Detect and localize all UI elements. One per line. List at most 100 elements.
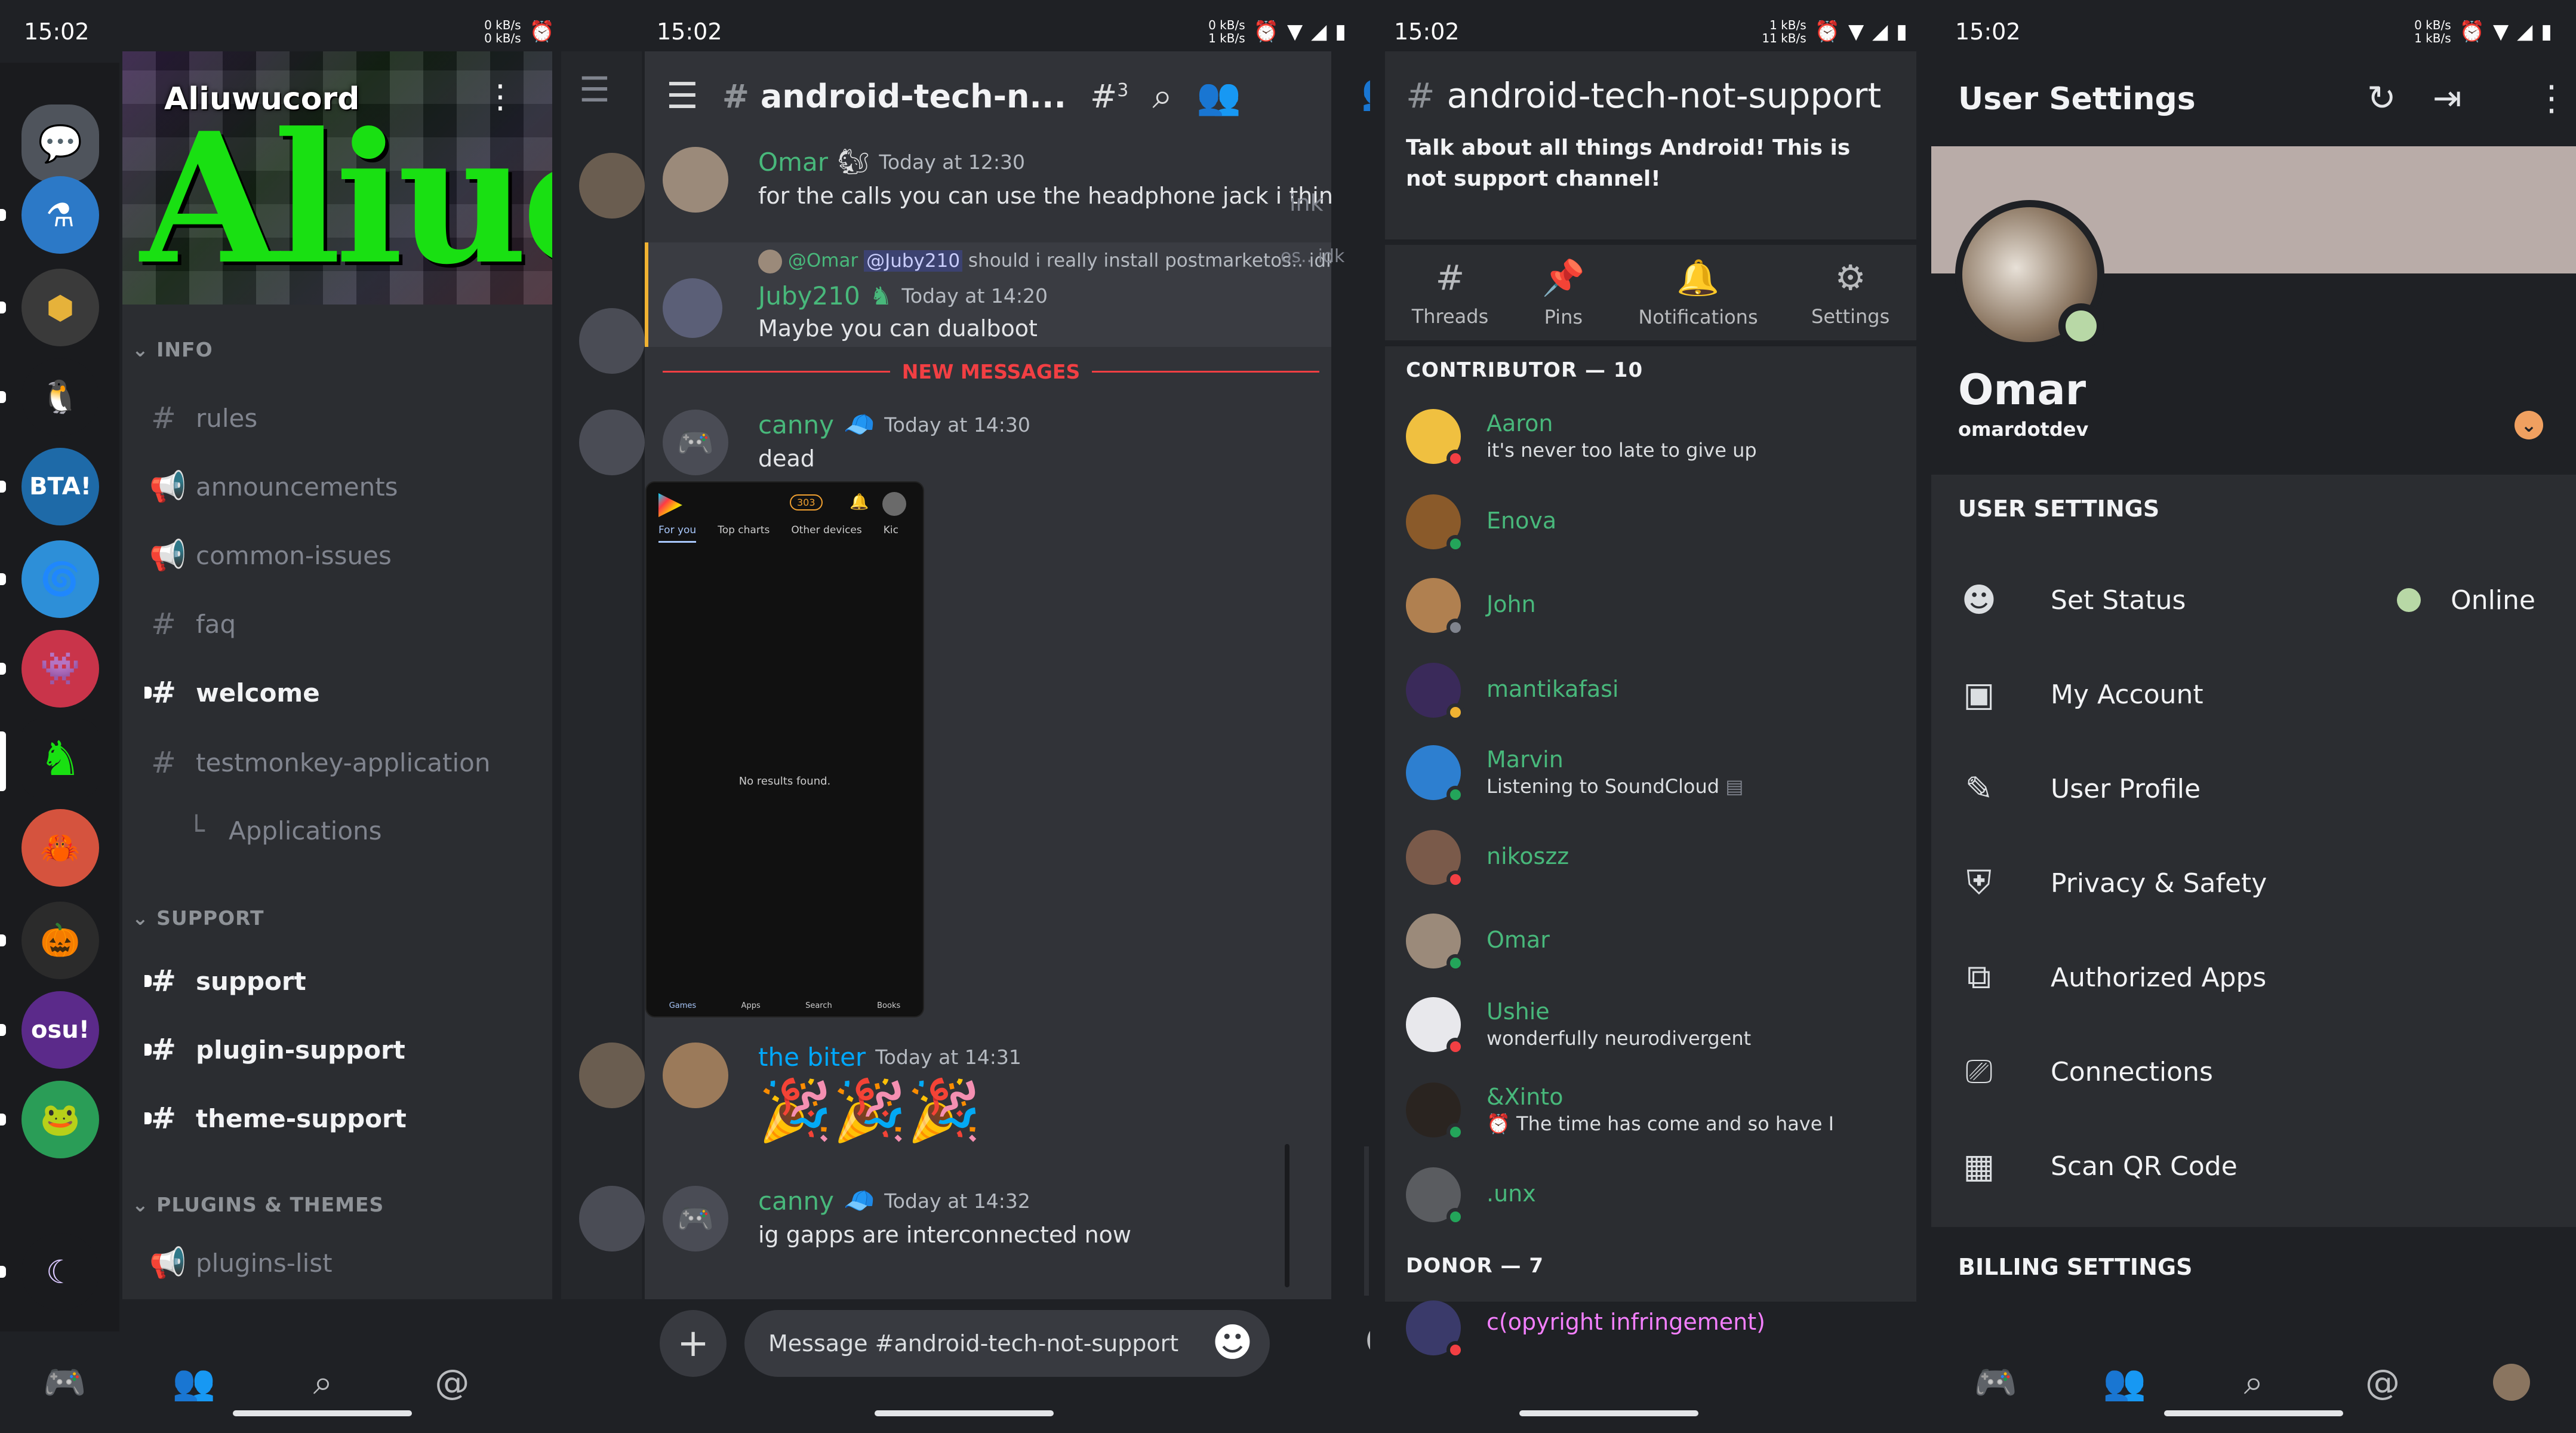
battery-icon: ▮: [2541, 19, 2552, 44]
member-row[interactable]: c(opyright infringement): [1406, 1300, 1907, 1373]
mention-icon[interactable]: @: [425, 1355, 479, 1409]
guild-chemistry[interactable]: ⚗: [21, 176, 99, 254]
user-settings-panel: 15:02 0 kB/s 1 kB/s ⏰ ▼ ◢ ▮ User Settings…: [1931, 0, 2576, 1433]
guild-swirl[interactable]: 🌀: [21, 540, 99, 618]
guild-crab[interactable]: 🦀: [21, 809, 99, 887]
guild-anime[interactable]: 👾: [21, 630, 99, 708]
channel-welcome[interactable]: # welcome: [144, 675, 320, 710]
reply-preview[interactable]: @Omar @Juby210 should i really install p…: [758, 250, 1331, 273]
channel-plugins-list[interactable]: 📢 plugins-list: [149, 1246, 333, 1281]
page-title: User Settings: [1958, 81, 2196, 117]
mention-icon[interactable]: @: [2356, 1355, 2409, 1409]
role-header: DONOR — 7: [1406, 1254, 1544, 1278]
guild-moon[interactable]: ☾: [21, 1233, 99, 1311]
settings-row-my-account[interactable]: ▣ My Account: [1931, 650, 2576, 739]
channel-plugin-support[interactable]: # plugin-support: [144, 1032, 405, 1067]
guild-cube[interactable]: ⬢: [21, 269, 99, 346]
member-row[interactable]: mantikafasi: [1406, 663, 1907, 728]
pins-button[interactable]: 📌 Pins: [1542, 257, 1585, 328]
settings-row-connections[interactable]: ⎚ Connections: [1931, 1027, 2576, 1117]
member-row[interactable]: Enova: [1406, 494, 1907, 560]
channel-faq[interactable]: # faq: [149, 607, 236, 641]
battery-icon: ▮: [1335, 19, 1346, 44]
avatar[interactable]: [2485, 1355, 2538, 1409]
member-row[interactable]: Ushie wonderfully neurodivergent: [1406, 997, 1907, 1063]
guild-aliucord[interactable]: ♞: [21, 719, 99, 797]
member-row[interactable]: John: [1406, 578, 1907, 644]
discord-icon[interactable]: 🎮: [38, 1355, 91, 1409]
message[interactable]: 🎮 canny 🧢 Today at 14:32 ig gapps are in…: [663, 1186, 1319, 1269]
threads-icon[interactable]: #3: [1090, 78, 1128, 115]
more-icon[interactable]: ⋮: [484, 78, 516, 115]
category-support[interactable]: ⌄ SUPPORT: [132, 906, 264, 930]
image-attachment[interactable]: 303 🔔 For you Top charts Other devices K…: [645, 481, 924, 1017]
channel-common-issues[interactable]: 📢 common-issues: [149, 538, 392, 573]
member-row[interactable]: nikoszz: [1406, 830, 1907, 896]
member-row[interactable]: .unx: [1406, 1167, 1907, 1233]
member-row[interactable]: Omar: [1406, 914, 1907, 979]
friends-icon[interactable]: 👥: [2098, 1355, 2152, 1409]
chevron-down-icon[interactable]: ⌄: [2515, 411, 2543, 439]
message[interactable]: Omar 🐿 Today at 12:30 for the calls you …: [663, 147, 1331, 219]
scrollbar[interactable]: [1285, 1144, 1289, 1287]
gesture-bar: [875, 1410, 1054, 1416]
search-icon[interactable]: ⌕: [1152, 75, 1172, 117]
avatar: [663, 278, 722, 338]
channel-support[interactable]: # support: [144, 964, 306, 998]
plus-icon[interactable]: +: [660, 1310, 727, 1377]
thread-applications[interactable]: └ Applications: [182, 814, 381, 847]
search-icon[interactable]: ⌕: [296, 1355, 350, 1409]
notifications-button[interactable]: 🔔 Notifications: [1638, 257, 1758, 328]
member-row[interactable]: Aaron it's never too late to give up: [1406, 409, 1907, 475]
logout-icon[interactable]: ⇥: [2433, 78, 2462, 118]
channel-testmonkey-application[interactable]: # testmonkey-application: [149, 745, 490, 780]
server-name[interactable]: Aliuwucord: [164, 81, 359, 117]
settings-button[interactable]: ⚙ Settings: [1811, 257, 1889, 328]
online-dot: [2397, 588, 2421, 612]
members-icon[interactable]: 👥: [1196, 75, 1241, 118]
search-icon[interactable]: ⌕: [2227, 1355, 2280, 1409]
message-input[interactable]: [744, 1310, 1270, 1377]
guild-bta[interactable]: BTA!: [21, 448, 99, 525]
refresh-icon[interactable]: ↻: [2367, 78, 2396, 118]
settings-row-privacy-safety[interactable]: ⛨ Privacy & Safety: [1931, 838, 2576, 928]
direct-messages-button[interactable]: 💬: [21, 104, 99, 182]
emoji-icon[interactable]: ☻: [1212, 1320, 1253, 1366]
member-row[interactable]: Marvin Listening to SoundCloud ▤: [1406, 745, 1907, 811]
settings-row-authorized-apps[interactable]: ⧉ Authorized Apps: [1931, 933, 2576, 1022]
status-dot: [1447, 703, 1464, 721]
guild-linux[interactable]: 🐧: [21, 358, 99, 436]
gesture-bar: [1519, 1410, 1698, 1416]
alarm-icon: ⏰: [1253, 19, 1279, 44]
gesture-bar: [2164, 1410, 2343, 1416]
avatar: [579, 410, 645, 475]
signal-icon: ◢: [2517, 19, 2533, 44]
settings-row-user-profile[interactable]: ✎ User Profile: [1931, 744, 2576, 834]
category-plugins-themes[interactable]: ⌄ PLUGINS & THEMES: [132, 1193, 384, 1216]
avatar: 🎮: [663, 1186, 728, 1251]
discord-icon[interactable]: 🎮: [1969, 1355, 2023, 1409]
threads-button[interactable]: # Threads: [1412, 257, 1489, 328]
member-row[interactable]: &Xinto ⏰ The time has come and so have I: [1406, 1083, 1907, 1148]
category-info[interactable]: ⌄ INFO: [132, 338, 213, 361]
guild-pumpkin[interactable]: 🎃: [21, 902, 99, 979]
more-icon[interactable]: ⋮: [2534, 78, 2569, 118]
channel-announcements[interactable]: 📢 announcements: [149, 469, 398, 505]
chat-header: ☰ # android-tech-n... #3 ⌕ 👥: [645, 51, 1331, 141]
settings-row-set-status[interactable]: ☻ Set Status Online: [1931, 555, 2576, 645]
bell-icon: 🔔: [850, 493, 869, 511]
friends-icon[interactable]: 👥: [167, 1355, 221, 1409]
channel-actions: # Threads 📌 Pins 🔔 Notifications ⚙ Settings: [1385, 245, 1916, 340]
message[interactable]: @Omar @Juby210 should i really install p…: [663, 242, 1331, 347]
guild-osu[interactable]: osu!: [21, 991, 99, 1069]
settings-header: User Settings: [1931, 51, 2576, 147]
frog-icon: 🐸: [40, 1100, 81, 1138]
hamburger-icon[interactable]: ☰: [666, 75, 698, 117]
moon-icon: ☾: [45, 1253, 75, 1291]
cube-icon: ⬢: [46, 288, 75, 327]
guild-frog[interactable]: 🐸: [21, 1081, 99, 1158]
message[interactable]: the biter Today at 14:31 🎉🎉🎉: [663, 1043, 1319, 1162]
channel-theme-support[interactable]: # theme-support: [144, 1101, 407, 1136]
settings-row-scan-qr[interactable]: ▦ Scan QR Code: [1931, 1121, 2576, 1211]
channel-rules[interactable]: # rules: [149, 401, 257, 435]
